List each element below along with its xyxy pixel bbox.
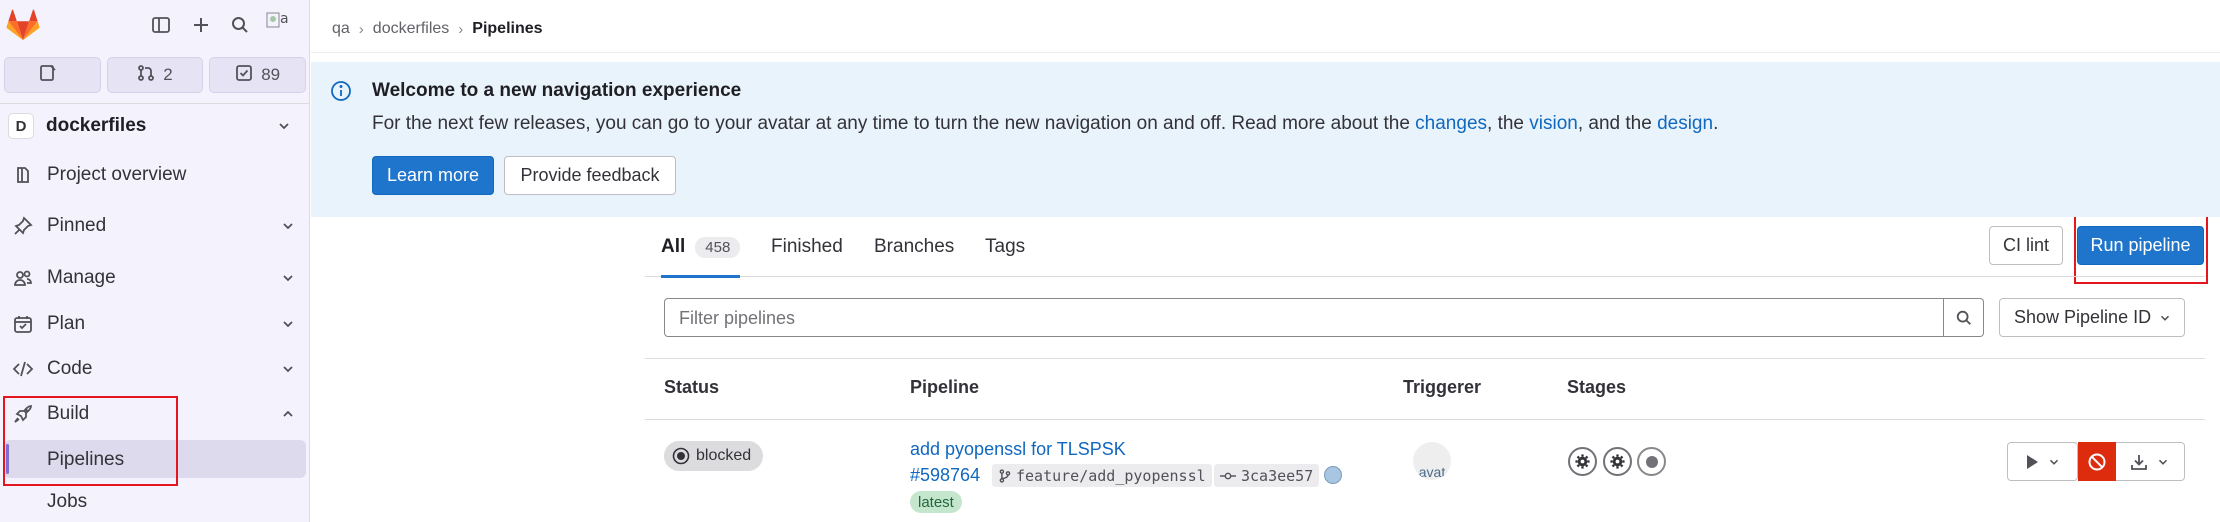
stage-manual-2[interactable]	[1603, 447, 1632, 476]
ci-lint-button[interactable]: CI lint	[1989, 226, 2063, 265]
issues-counter[interactable]	[4, 57, 101, 93]
chevron-down-icon	[283, 223, 293, 230]
sidebar-item-project-overview[interactable]: Project overview	[4, 155, 306, 195]
users-icon	[12, 267, 34, 289]
chevron-down-icon	[283, 275, 293, 282]
calendar-icon	[12, 313, 34, 335]
header-divider	[311, 52, 2220, 53]
thumbtack-icon	[12, 215, 34, 237]
sidebar-item-pipelines[interactable]: Pipelines	[4, 440, 306, 478]
sidebar: a 2 89 D dockerfiles Project overview Pi…	[0, 0, 310, 522]
branch-icon	[999, 468, 1011, 483]
design-link[interactable]: design	[1657, 113, 1713, 134]
column-header-stages: Stages	[1567, 377, 1627, 397]
pipeline-title-link[interactable]: add pyopenssl for TLSPSK	[910, 439, 1126, 460]
download-artifacts-dropdown[interactable]	[2116, 442, 2185, 481]
chevron-right-icon: ›	[458, 20, 464, 38]
banner-text: For the next few releases, you can go to…	[372, 113, 1719, 134]
status-badge[interactable]: blocked	[664, 441, 764, 471]
chevron-down-icon	[2158, 459, 2168, 465]
chevron-down-icon	[279, 123, 289, 130]
column-header-triggerer: Triggerer	[1403, 377, 1482, 397]
stage-manual-1[interactable]	[1568, 447, 1597, 476]
chevron-up-icon	[283, 410, 293, 417]
run-pipeline-button[interactable]: Run pipeline	[2077, 226, 2204, 265]
sidebar-item-build[interactable]: Build	[4, 394, 306, 434]
filter-search-button[interactable]	[1944, 298, 1984, 337]
provide-feedback-button[interactable]: Provide feedback	[504, 156, 676, 195]
commit-author-avatar[interactable]	[1324, 466, 1342, 484]
user-avatar[interactable]: a	[266, 10, 296, 40]
sidebar-item-jobs[interactable]: Jobs	[4, 482, 306, 520]
learn-more-button[interactable]: Learn more	[372, 156, 494, 195]
sidebar-top-bar: a	[0, 0, 310, 52]
changes-link[interactable]: changes	[1415, 113, 1487, 134]
sidebar-divider	[0, 103, 310, 104]
breadcrumb-current: Pipelines	[472, 20, 543, 37]
stage-created[interactable]	[1637, 447, 1666, 476]
tab-finished[interactable]: Finished	[771, 217, 843, 277]
issues-icon	[39, 64, 57, 87]
cancel-pipeline-button[interactable]	[2078, 442, 2116, 481]
manual-play-dropdown[interactable]	[2007, 442, 2078, 481]
sidebar-item-pinned[interactable]: Pinned	[4, 206, 306, 246]
todo-checkbox-icon	[235, 64, 253, 87]
status-created-icon	[1645, 455, 1658, 468]
sidebar-counters: 2 89	[4, 57, 307, 93]
chevron-down-icon	[283, 366, 293, 373]
sidebar-item-code[interactable]: Code	[4, 349, 306, 389]
chevron-down-icon	[2049, 459, 2058, 465]
tab-all[interactable]: All 458	[661, 217, 741, 278]
gear-icon	[1575, 454, 1590, 469]
merge-requests-counter[interactable]: 2	[106, 57, 204, 93]
chevron-down-icon	[283, 321, 293, 328]
plus-icon[interactable]	[188, 12, 214, 38]
commit-sha[interactable]: 3ca3ee57	[1214, 464, 1320, 487]
table-top-divider	[645, 358, 2205, 359]
gitlab-logo-icon[interactable]	[6, 8, 40, 42]
filter-pipelines-input[interactable]: Filter pipelines	[664, 298, 1944, 337]
todos-counter[interactable]: 89	[209, 57, 307, 93]
download-icon	[2131, 454, 2147, 470]
filter-placeholder: Filter pipelines	[679, 308, 796, 328]
tab-tags[interactable]: Tags	[985, 217, 1025, 277]
tab-all-count: 458	[695, 236, 741, 258]
sidebar-item-manage[interactable]: Manage	[4, 258, 306, 298]
vision-link[interactable]: vision	[1529, 113, 1578, 134]
tab-branches[interactable]: Branches	[874, 217, 954, 277]
banner-title: Welcome to a new navigation experience	[372, 80, 742, 101]
triggerer-avatar[interactable]: avat	[1413, 442, 1451, 480]
branch-ref[interactable]: feature/add_pyopenssl	[992, 464, 1212, 487]
table-header-divider	[645, 419, 2205, 420]
show-pipeline-id-select[interactable]: Show Pipeline ID	[1999, 298, 2185, 337]
column-header-pipeline: Pipeline	[910, 377, 980, 397]
chevron-right-icon: ›	[358, 20, 364, 38]
search-icon	[1956, 310, 1971, 325]
cancel-icon	[2088, 453, 2106, 470]
sidebar-toggle-icon[interactable]	[148, 12, 174, 38]
play-icon	[2026, 454, 2038, 469]
chevron-down-icon	[2160, 315, 2170, 321]
rocket-icon	[12, 403, 34, 425]
project-name: dockerfiles	[46, 115, 147, 136]
breadcrumb: qa › dockerfiles › Pipelines	[332, 20, 543, 38]
blocked-status-icon	[672, 447, 690, 465]
breadcrumb-item-qa[interactable]: qa	[332, 20, 350, 38]
latest-badge: latest	[910, 491, 962, 513]
gear-icon	[1610, 454, 1625, 469]
project-avatar: D	[8, 113, 34, 139]
project-switcher[interactable]: D dockerfiles	[8, 110, 302, 142]
pipeline-tabs: All 458 Finished Branches Tags	[645, 217, 2205, 278]
info-icon	[331, 81, 351, 101]
project-icon	[12, 164, 34, 186]
breadcrumb-item-dockerfiles[interactable]: dockerfiles	[373, 20, 449, 38]
search-icon[interactable]	[227, 12, 253, 38]
sidebar-item-plan[interactable]: Plan	[4, 304, 306, 344]
pipeline-id-link[interactable]: #598764	[910, 465, 980, 486]
code-icon	[12, 358, 34, 380]
merge-request-icon	[137, 64, 155, 87]
commit-icon	[1220, 472, 1236, 479]
column-header-status: Status	[664, 377, 720, 397]
